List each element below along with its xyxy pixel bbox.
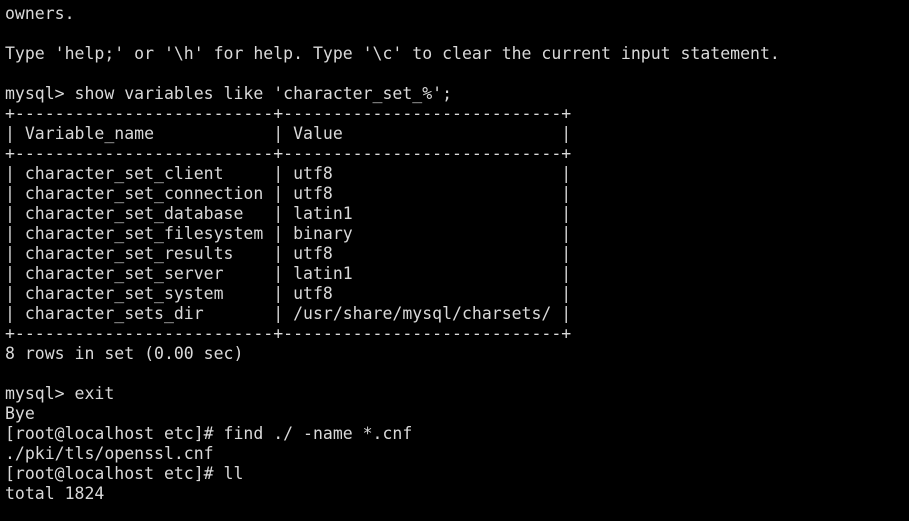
table-header: | Variable_name | Value | (5, 124, 572, 143)
terminal-line: Type 'help;' or '\h' for help. Type '\c'… (5, 44, 780, 63)
terminal-window[interactable]: owners. Type 'help;' or '\h' for help. T… (0, 0, 909, 521)
terminal-command-line: [root@localhost etc]# ll (5, 464, 244, 483)
table-row: | character_set_connection | utf8 | (5, 184, 572, 203)
table-border: +--------------------------+------------… (5, 144, 572, 163)
terminal-line: ./pki/tls/openssl.cnf (5, 444, 214, 463)
terminal-line: 8 rows in set (0.00 sec) (5, 344, 244, 363)
table-row: | character_set_results | utf8 | (5, 244, 572, 263)
table-row: | character_set_system | utf8 | (5, 284, 572, 303)
terminal-line: total 1824 (5, 484, 105, 503)
terminal-line: owners. (5, 4, 75, 23)
table-row: | character_set_database | latin1 | (5, 204, 572, 223)
terminal-command-line: [root@localhost etc]# find ./ -name *.cn… (5, 424, 413, 443)
table-border: +--------------------------+------------… (5, 104, 572, 123)
table-row: | character_set_client | utf8 | (5, 164, 572, 183)
table-row: | character_set_filesystem | binary | (5, 224, 572, 243)
terminal-command-line: mysql> show variables like 'character_se… (5, 84, 453, 103)
table-row: | character_sets_dir | /usr/share/mysql/… (5, 304, 572, 323)
terminal-line: Bye (5, 404, 35, 423)
table-row: | character_set_server | latin1 | (5, 264, 572, 283)
table-border: +--------------------------+------------… (5, 324, 572, 343)
terminal-command-line: mysql> exit (5, 384, 115, 403)
